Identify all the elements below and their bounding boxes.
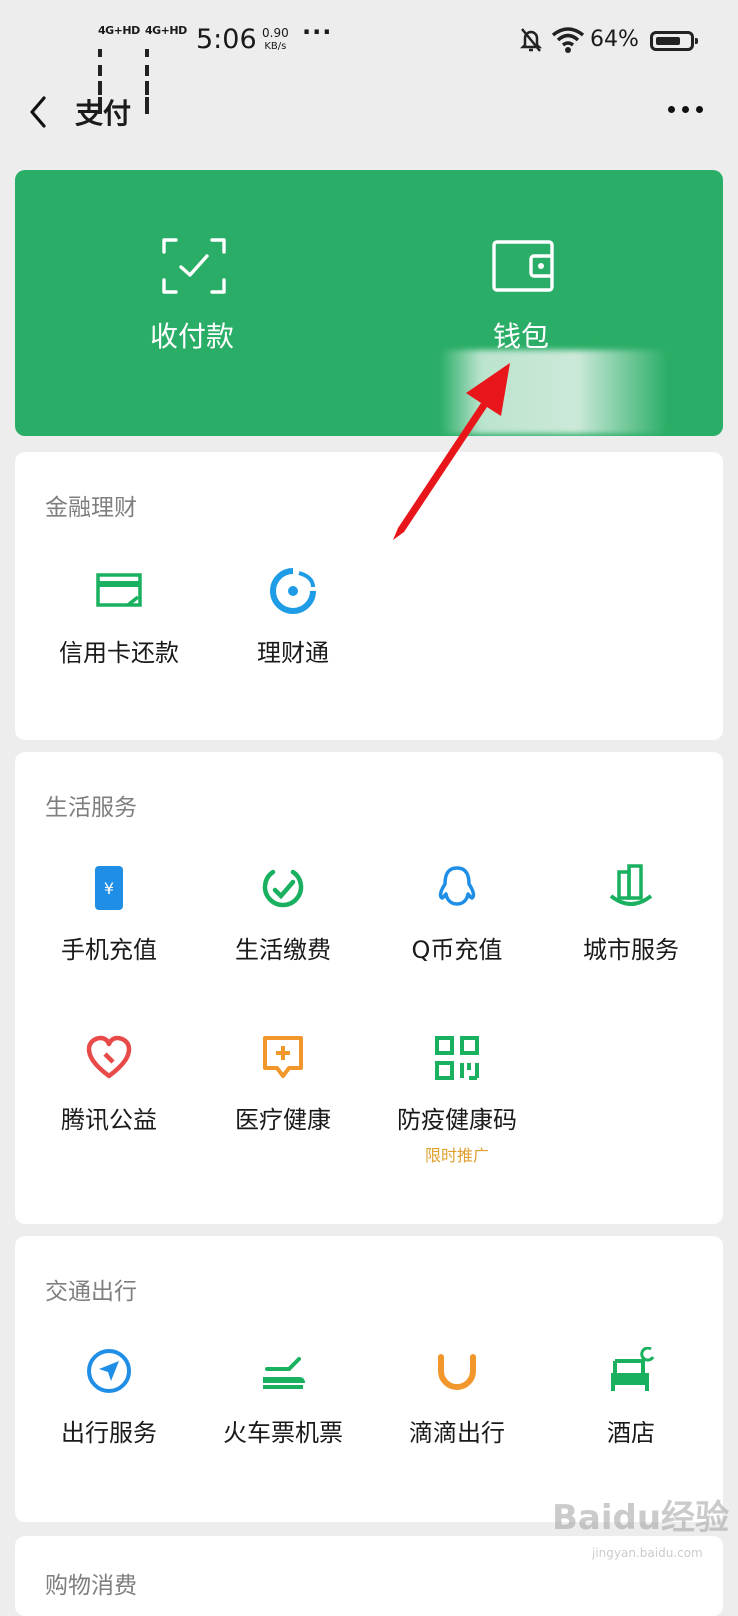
medical-health-tile[interactable]: 医疗健康: [195, 1034, 371, 1184]
city-service-tile[interactable]: 城市服务: [543, 864, 719, 1014]
life-services-section: 生活服务 ¥ 手机充值 生活缴费 Q币充值 城市服务 腾讯公益 医疗健康 防疫健…: [15, 752, 723, 1224]
watermark-text: Baidu经验: [552, 1498, 730, 1538]
navigation-bar: 支付: [0, 84, 738, 164]
tile-label: 手机充值: [61, 936, 157, 964]
qq-coin-icon: [438, 866, 476, 906]
travel-service-tile[interactable]: 出行服务: [21, 1347, 197, 1497]
tile-label: 出行服务: [61, 1419, 157, 1447]
train-plane-tile[interactable]: 火车票机票: [195, 1347, 371, 1497]
tile-label: 理财通: [257, 639, 329, 667]
medical-icon: [263, 1036, 303, 1078]
utility-payment-tile[interactable]: 生活缴费: [195, 864, 371, 1014]
wallet-icon: [492, 240, 554, 292]
tile-label: Q币充值: [411, 936, 503, 964]
health-code-tile[interactable]: 防疫健康码 限时推广: [369, 1034, 545, 1184]
tile-label: 酒店: [607, 1419, 655, 1447]
tencent-charity-tile[interactable]: 腾讯公益: [21, 1034, 197, 1184]
licaitong-icon: [270, 568, 316, 614]
section-title: 购物消费: [45, 1573, 137, 1599]
tile-label: 城市服务: [583, 936, 679, 964]
tile-label: 生活缴费: [235, 936, 331, 964]
battery-icon: [650, 31, 698, 51]
tile-label: 医疗健康: [235, 1106, 331, 1134]
network-type-label: 4G+HD: [145, 24, 187, 37]
blurred-overlay: [440, 350, 668, 434]
back-arrow-icon[interactable]: [22, 92, 62, 132]
tile-label: 滴滴出行: [409, 1419, 505, 1447]
train-plane-icon: [263, 1357, 305, 1389]
baidu-watermark: Baidu经验 jingyan.baidu.com: [552, 1490, 732, 1580]
battery-percent: 64%: [590, 27, 639, 52]
phone-topup-icon: ¥: [95, 866, 123, 910]
licaitong-tile[interactable]: 理财通: [205, 567, 381, 717]
tile-label: 火车票机票: [223, 1419, 343, 1447]
didi-tile[interactable]: 滴滴出行: [369, 1347, 545, 1497]
speed-value: 0.90: [262, 26, 289, 40]
utility-payment-icon: [262, 869, 304, 908]
wifi-icon: [551, 27, 585, 53]
credit-card-icon: [96, 573, 142, 607]
section-title: 交通出行: [45, 1279, 137, 1305]
tile-label: 腾讯公益: [61, 1106, 157, 1134]
network-type-label: 4G+HD: [98, 24, 140, 37]
status-more-icon: ···: [302, 18, 333, 46]
city-service-icon: [609, 864, 653, 906]
page-title: 支付: [75, 97, 132, 130]
qr-code-icon: [435, 1036, 479, 1080]
credit-card-repay-tile[interactable]: 信用卡还款: [31, 567, 207, 717]
hotel-tile[interactable]: 酒店: [543, 1347, 719, 1497]
receive-pay-label: 收付款: [149, 320, 234, 353]
section-title: 生活服务: [45, 795, 137, 821]
qq-coin-tile[interactable]: Q币充值: [369, 864, 545, 1014]
watermark-url: jingyan.baidu.com: [592, 1546, 703, 1560]
navigation-icon: [87, 1349, 131, 1393]
svg-text:¥: ¥: [104, 879, 114, 898]
network-speed: 0.90 KB/s: [262, 27, 289, 53]
status-bar: 4G+HD 4G+HD 5:06 0.90 KB/s ··· 64%: [0, 0, 738, 114]
more-options-icon[interactable]: [664, 94, 708, 124]
wallet-label: 钱包: [492, 320, 549, 353]
hotel-bed-icon: [611, 1347, 655, 1391]
finance-section: 金融理财 信用卡还款 理财通: [15, 452, 723, 740]
receive-pay-button[interactable]: 收付款: [15, 170, 369, 436]
transport-section: 交通出行 出行服务 火车票机票 滴滴出行 酒店: [15, 1236, 723, 1522]
charity-heart-icon: [86, 1035, 132, 1079]
didi-icon: [438, 1354, 476, 1390]
tile-label: 信用卡还款: [59, 639, 179, 667]
phone-topup-tile[interactable]: ¥ 手机充值: [21, 864, 197, 1014]
clock: 5:06: [196, 24, 257, 55]
speed-unit: KB/s: [264, 41, 287, 52]
scan-check-icon: [162, 238, 226, 294]
tile-label: 防疫健康码: [397, 1106, 517, 1134]
section-title: 金融理财: [45, 495, 137, 521]
promo-badge: 限时推广: [424, 1146, 489, 1165]
mute-bell-icon: [519, 28, 543, 52]
